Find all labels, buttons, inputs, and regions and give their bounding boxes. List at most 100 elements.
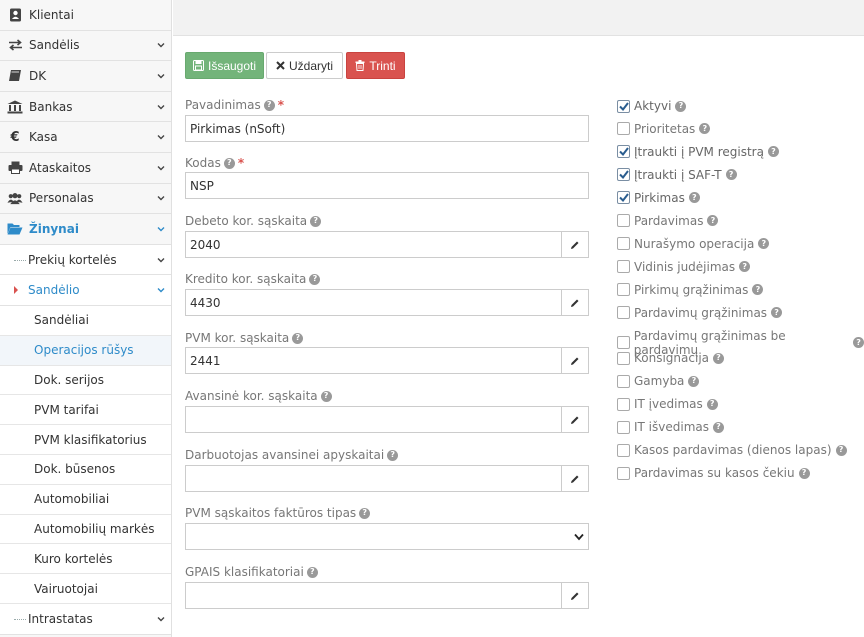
help-icon[interactable]: ?	[387, 449, 399, 461]
advance-account-input[interactable]	[185, 406, 562, 433]
sidebar-item-dk[interactable]: DK	[0, 61, 171, 92]
checkbox-unchecked[interactable]	[617, 122, 630, 136]
sidebar-subsubitem[interactable]: Sandėliai	[0, 305, 171, 336]
checkbox-unchecked[interactable]	[617, 283, 630, 297]
sidebar-subsubitem[interactable]: Automobiliai	[0, 484, 171, 515]
flag-checkbox-row[interactable]: Įtraukti į PVM registrą?	[617, 145, 779, 159]
sidebar-item-kasa[interactable]: € Kasa	[0, 122, 171, 153]
flag-checkbox-row[interactable]: Konsignacija?	[617, 351, 724, 365]
help-icon[interactable]: ?	[767, 146, 779, 158]
flag-checkbox-row[interactable]: Prioritetas?	[617, 122, 711, 136]
sidebar-subsubitem[interactable]: Kuro kortelės	[0, 544, 171, 575]
save-button[interactable]: Išsaugoti	[185, 52, 264, 79]
help-icon[interactable]: ?	[309, 273, 321, 285]
checkbox-unchecked[interactable]	[617, 466, 630, 480]
debit-edit-button[interactable]	[561, 231, 589, 258]
checkbox-unchecked[interactable]	[617, 260, 630, 274]
sidebar-subsubitem[interactable]: PVM klasifikatorius	[0, 425, 171, 455]
checkbox-unchecked[interactable]	[617, 237, 630, 251]
debit-account-input[interactable]: 2040	[185, 231, 562, 258]
sidebar-subsubitem[interactable]: Vairuotojai	[0, 574, 171, 604]
flag-checkbox-row[interactable]: Gamyba?	[617, 374, 700, 388]
flag-checkbox-row[interactable]: Aktyvi?	[617, 99, 687, 113]
flag-checkbox-row[interactable]: Pardavimų grąžinimas?	[617, 306, 783, 320]
flag-checkbox-row[interactable]: Pardavimas?	[617, 214, 719, 228]
help-icon[interactable]: ?	[835, 444, 847, 456]
help-icon[interactable]: ?	[688, 375, 700, 387]
flag-checkbox-row[interactable]: IT išvedimas?	[617, 420, 724, 434]
help-icon[interactable]: ?	[771, 307, 783, 319]
sidebar-subitem-intrastatas[interactable]: Intrastatas	[0, 603, 171, 635]
checkbox-checked[interactable]	[617, 168, 630, 182]
help-icon[interactable]: ?	[853, 337, 864, 348]
invoice-type-select[interactable]	[185, 523, 589, 550]
checkbox-unchecked[interactable]	[617, 374, 630, 388]
flag-checkbox-row[interactable]: Pirkimas?	[617, 191, 700, 205]
sidebar-subsubitem[interactable]: Automobilių markės	[0, 514, 171, 545]
employee-input[interactable]	[185, 465, 562, 492]
help-icon[interactable]: ?	[320, 390, 332, 402]
help-icon[interactable]: ?	[223, 157, 235, 169]
help-icon[interactable]: ?	[688, 192, 700, 204]
sidebar-item-bankas[interactable]: Bankas	[0, 92, 171, 123]
flag-checkbox-row[interactable]: Kasos pardavimas (dienos lapas)?	[617, 443, 847, 457]
help-icon[interactable]: ?	[263, 99, 275, 111]
sidebar-subsubitem[interactable]: Dok. serijos	[0, 365, 171, 396]
employee-edit-button[interactable]	[561, 465, 589, 492]
sidebar-subsubitem[interactable]: PVM tarifai	[0, 395, 171, 426]
sidebar-item-sandelis[interactable]: Sandėlis	[0, 31, 171, 62]
check-icon	[618, 101, 629, 111]
help-icon[interactable]: ?	[310, 215, 322, 227]
help-icon[interactable]: ?	[359, 507, 371, 519]
credit-edit-button[interactable]	[561, 289, 589, 316]
help-icon[interactable]: ?	[699, 123, 711, 135]
gpais-edit-button[interactable]	[561, 582, 589, 609]
help-icon[interactable]: ?	[706, 398, 718, 410]
checkbox-checked[interactable]	[617, 99, 630, 113]
help-icon[interactable]: ?	[713, 421, 724, 433]
vat-edit-button[interactable]	[561, 347, 589, 374]
sidebar-subitem-prekiu-korteles[interactable]: Prekių kortelės	[0, 244, 171, 276]
sidebar-item-zinynai[interactable]: Žinynai	[0, 214, 171, 245]
checkbox-checked[interactable]	[617, 191, 630, 205]
flag-checkbox-row[interactable]: Pirkimų grąžinimas?	[617, 283, 764, 297]
help-icon[interactable]: ?	[306, 566, 318, 578]
name-input[interactable]: Pirkimas (nSoft)	[185, 115, 589, 142]
sidebar-subsubitem[interactable]: Dok. būsenos	[0, 454, 171, 485]
sidebar-subitem-sandelio[interactable]: Sandėlio	[0, 275, 171, 306]
checkbox-checked[interactable]	[617, 145, 630, 159]
flag-label: IT įvedimas	[634, 397, 703, 412]
help-icon[interactable]: ?	[675, 100, 687, 112]
help-icon[interactable]: ?	[713, 352, 724, 364]
vat-account-input[interactable]: 2441	[185, 347, 562, 374]
help-icon[interactable]: ?	[798, 467, 810, 479]
sidebar-item-ataskaitos[interactable]: Ataskaitos	[0, 153, 171, 184]
flag-checkbox-row[interactable]: Vidinis judėjimas?	[617, 260, 751, 274]
flag-checkbox-row[interactable]: Nurašymo operacija?	[617, 237, 770, 251]
close-button[interactable]: Uždaryti	[266, 52, 343, 79]
help-icon[interactable]: ?	[758, 238, 770, 250]
sidebar-subsubitem-active[interactable]: Operacijos rūšys	[0, 335, 171, 366]
checkbox-unchecked[interactable]	[617, 306, 630, 320]
checkbox-unchecked[interactable]	[617, 443, 630, 457]
sidebar-item-personalas[interactable]: Personalas	[0, 184, 171, 215]
sidebar-item-klientai[interactable]: Klientai	[0, 0, 171, 31]
flag-checkbox-row[interactable]: Įtraukti į SAF-T?	[617, 168, 737, 182]
flag-checkbox-row[interactable]: IT įvedimas?	[617, 397, 718, 411]
checkbox-unchecked[interactable]	[617, 397, 630, 411]
advance-edit-button[interactable]	[561, 406, 589, 433]
checkbox-unchecked[interactable]	[617, 351, 630, 365]
flag-checkbox-row[interactable]: Pardavimas su kasos čekiu?	[617, 466, 810, 480]
checkbox-unchecked[interactable]	[617, 420, 630, 434]
help-icon[interactable]: ?	[292, 332, 304, 344]
code-input[interactable]: NSP	[185, 172, 589, 199]
checkbox-unchecked[interactable]	[617, 336, 630, 349]
credit-account-input[interactable]: 4430	[185, 289, 562, 316]
delete-button[interactable]: Trinti	[346, 52, 405, 79]
help-icon[interactable]: ?	[752, 284, 764, 296]
help-icon[interactable]: ?	[725, 169, 737, 181]
help-icon[interactable]: ?	[739, 261, 751, 273]
checkbox-unchecked[interactable]	[617, 214, 630, 228]
help-icon[interactable]: ?	[707, 215, 719, 227]
gpais-input[interactable]	[185, 582, 562, 609]
